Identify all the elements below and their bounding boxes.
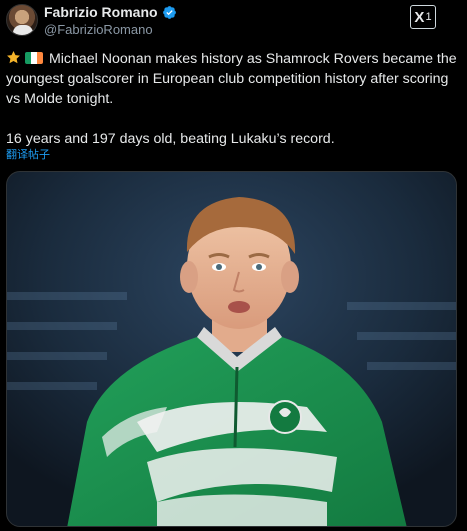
avatar-shirt (13, 25, 33, 35)
author-name[interactable]: Fabrizio Romano (44, 4, 158, 20)
tweet-text: Michael Noonan makes history as Shamrock… (6, 49, 461, 149)
tweet-line-4: 16 years and 197 days old, beating Lukak… (6, 131, 335, 147)
ireland-flag-emoji-icon (25, 52, 43, 64)
x-logo-icon: X (414, 8, 425, 26)
star-emoji-icon (7, 50, 20, 64)
x-logo-suffix: 1 (425, 11, 432, 23)
player-photo-icon (7, 172, 456, 526)
tweet-line-3: vs Molde tonight. (6, 91, 114, 107)
translate-post-link[interactable]: 翻译帖子 (6, 146, 50, 162)
tweet-header: Fabrizio Romano @FabrizioRomano X1 (0, 0, 467, 44)
author-name-row[interactable]: Fabrizio Romano (44, 4, 177, 20)
tweet-line-2: youngest goalscorer in European club com… (6, 71, 449, 87)
tweet-media-image[interactable] (6, 171, 457, 527)
tweet-line-1-text: Michael Noonan makes history as Shamrock… (45, 51, 457, 67)
author-handle[interactable]: @FabrizioRomano (44, 22, 153, 37)
tweet-line-1: Michael Noonan makes history as Shamrock… (6, 49, 461, 69)
x-logo-button[interactable]: X1 (410, 5, 436, 29)
author-avatar[interactable] (6, 4, 38, 36)
verified-badge-icon (162, 5, 176, 19)
